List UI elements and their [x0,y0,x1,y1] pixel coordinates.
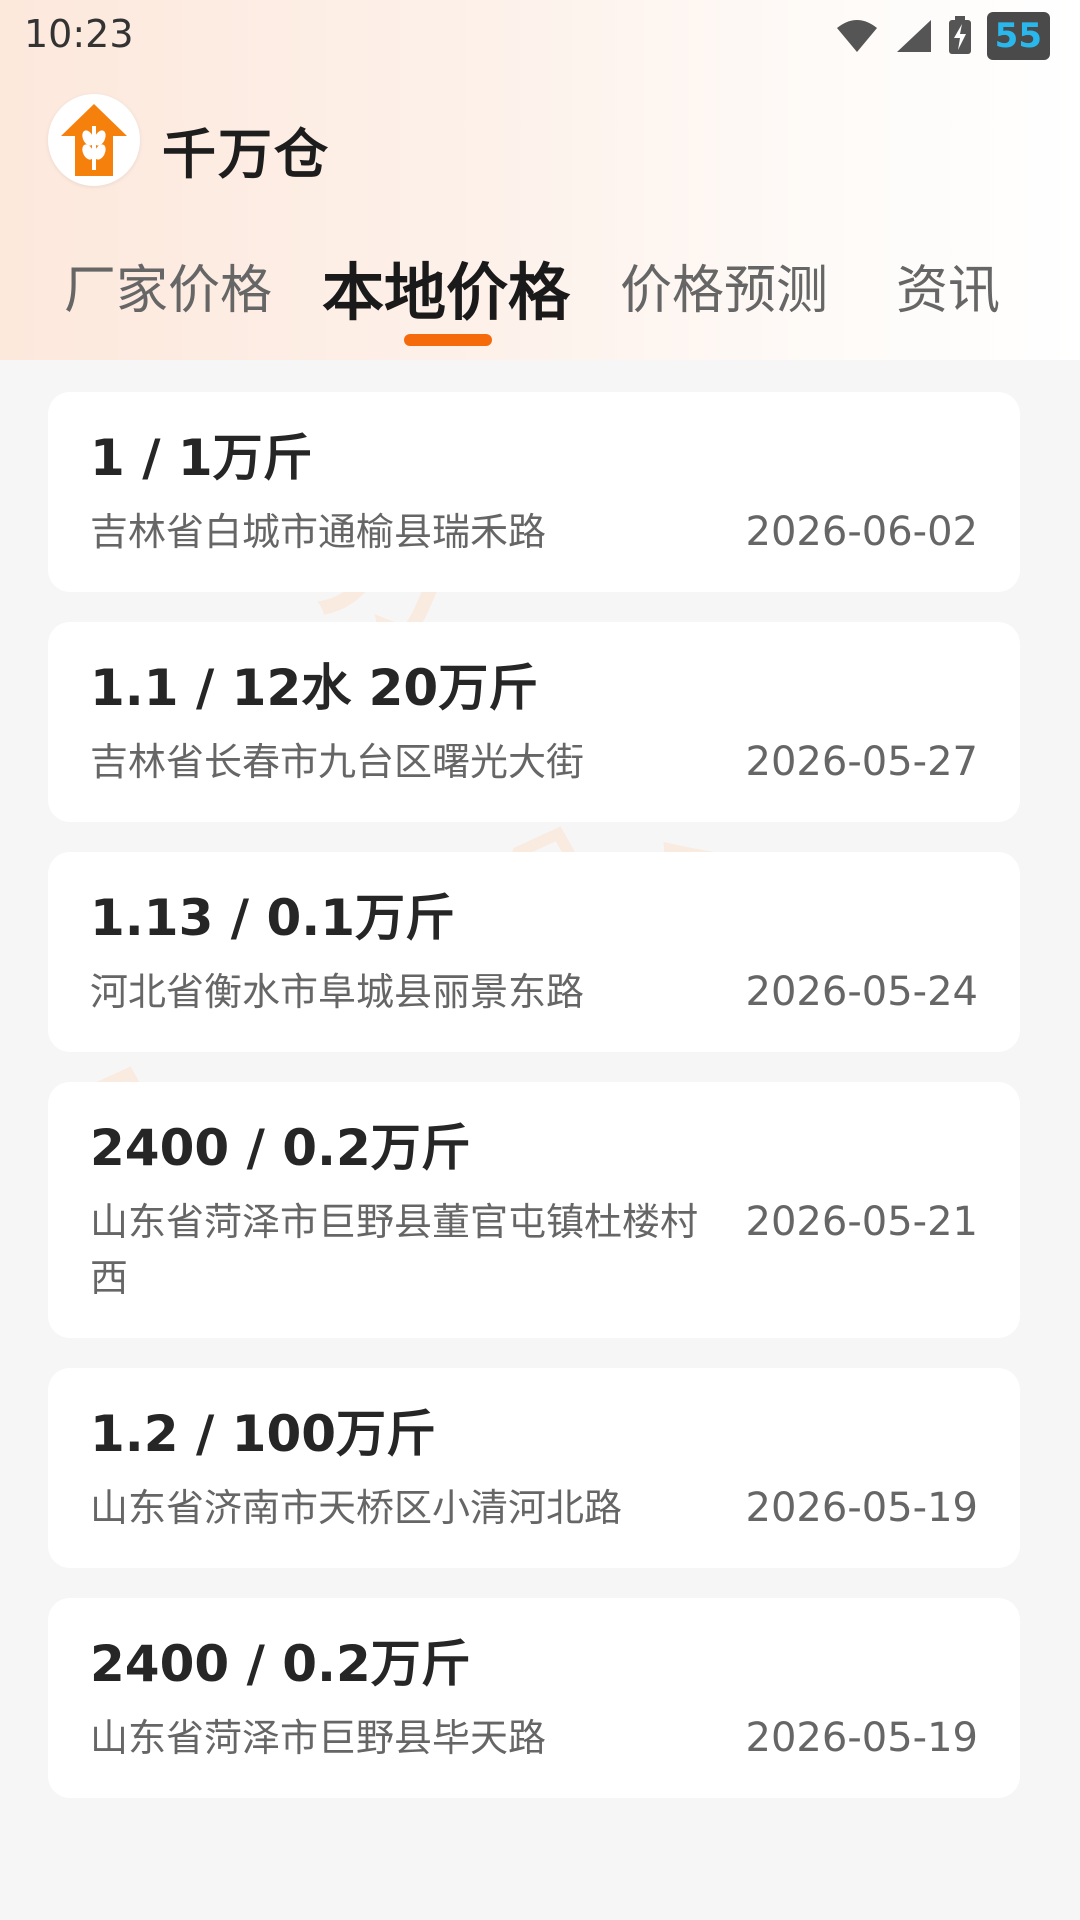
item-date: 2026-06-02 [745,509,978,555]
item-price: 1.1 / 12水 20万斤 [90,659,539,717]
item-address: 山东省菏泽市巨野县董官屯镇杜楼村西 [90,1200,699,1300]
tab-factory-price[interactable]: 厂家价格 [64,248,272,323]
item-date: 2026-05-21 [745,1199,978,1245]
list-item[interactable]: 2400 / 0.2万斤 山东省菏泽市巨野县毕天路 2026-05-19 [48,1598,1020,1798]
item-price: 1.2 / 100万斤 [90,1405,437,1463]
status-bar: 10:23 55 [0,0,1080,70]
item-address: 吉林省白城市通榆县瑞禾路 [90,510,547,554]
list-item[interactable]: 1.2 / 100万斤 山东省济南市天桥区小清河北路 2026-05-19 [48,1368,1020,1568]
item-address: 吉林省长春市九台区曙光大街 [90,740,585,784]
list-item[interactable]: 1 / 1万斤 吉林省白城市通榆县瑞禾路 2026-06-02 [48,392,1020,592]
tab-local-price[interactable]: 本地价格 [322,242,570,332]
item-address: 山东省菏泽市巨野县毕天路 [90,1716,547,1760]
app-name: 千万仓 [162,123,330,186]
status-time: 10:23 [24,12,134,56]
tab-news[interactable]: 资讯 [896,248,1000,323]
item-price: 2400 / 0.2万斤 [90,1119,471,1177]
status-icons: 55 [835,10,1050,62]
item-price: 2400 / 0.2万斤 [90,1635,471,1693]
item-price: 1.13 / 0.1万斤 [90,889,456,947]
active-tab-indicator [404,334,492,346]
tab-price-forecast[interactable]: 价格预测 [620,248,828,323]
item-date: 2026-05-19 [745,1715,978,1761]
item-date: 2026-05-24 [745,969,978,1015]
wifi-icon [836,20,877,52]
battery-charging-icon [948,16,971,54]
item-price: 1 / 1万斤 [90,429,313,487]
list-item[interactable]: 2400 / 0.2万斤 山东省菏泽市巨野县董官屯镇杜楼村西 2026-05-2… [48,1082,1020,1338]
wheat-house-logo-icon [61,104,127,176]
item-date: 2026-05-19 [745,1485,978,1531]
item-address: 山东省济南市天桥区小清河北路 [90,1486,623,1530]
local-price-list: 1 / 1万斤 吉林省白城市通榆县瑞禾路 2026-06-02 1.1 / 12… [48,392,1020,1828]
tab-bar: 厂家价格 本地价格 价格预测 资讯 [0,248,1080,348]
battery-level: 55 [986,12,1050,60]
list-item[interactable]: 1.13 / 0.1万斤 河北省衡水市阜城县丽景东路 2026-05-24 [48,852,1020,1052]
app-logo [48,94,140,186]
item-date: 2026-05-27 [745,739,978,785]
list-item[interactable]: 1.1 / 12水 20万斤 吉林省长春市九台区曙光大街 2026-05-27 [48,622,1020,822]
signal-icon [896,20,931,52]
item-address: 河北省衡水市阜城县丽景东路 [90,970,585,1014]
